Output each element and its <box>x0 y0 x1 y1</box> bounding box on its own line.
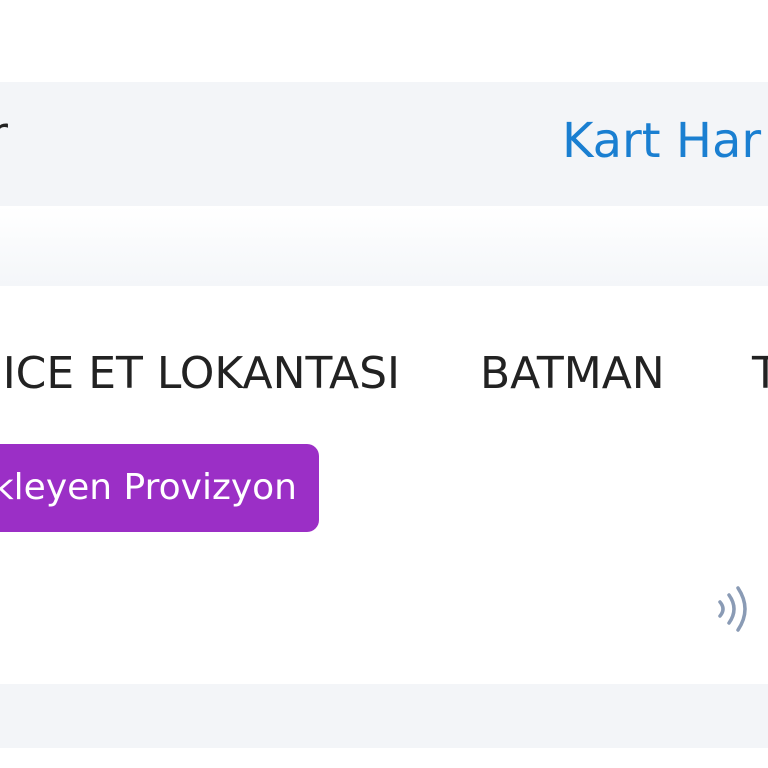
screen: r Kart Har ICE ET LOKANTASI BATMAN T kle… <box>0 0 768 768</box>
merchant-name: ICE ET LOKANTASI <box>2 348 400 399</box>
contactless-icon <box>718 586 747 632</box>
card-transactions-link[interactable]: Kart Har <box>562 117 761 165</box>
header-title: r <box>0 112 8 156</box>
bottom-spacer <box>0 748 768 768</box>
merchant-city: BATMAN <box>480 348 665 399</box>
pending-provision-badge: kleyen Provizyon <box>0 444 319 532</box>
section-divider <box>0 206 768 286</box>
next-card-edge <box>0 684 768 748</box>
merchant-extra-text: T <box>752 348 768 399</box>
